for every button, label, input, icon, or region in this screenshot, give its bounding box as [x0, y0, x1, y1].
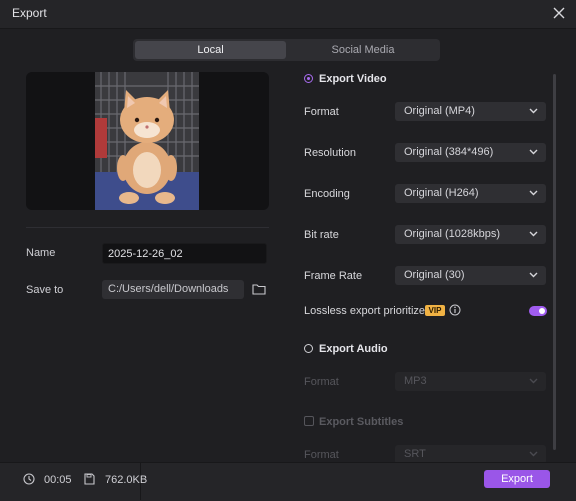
encoding-value: Original (H264) [404, 187, 479, 199]
chevron-down-icon [529, 231, 538, 237]
export-audio-radio[interactable] [304, 344, 313, 353]
export-subtitles-label[interactable]: Export Subtitles [319, 416, 403, 428]
save-icon [84, 473, 95, 485]
save-to-label: Save to [26, 284, 64, 296]
info-icon[interactable] [449, 304, 461, 316]
lossless-toggle[interactable] [529, 306, 547, 316]
duration-value: 00:05 [44, 474, 72, 486]
bit-rate-value: Original (1028kbps) [404, 228, 500, 240]
tab-local[interactable]: Local [135, 41, 286, 59]
bit-rate-label: Bit rate [304, 229, 339, 241]
clock-icon [23, 473, 35, 485]
format-value: Original (MP4) [404, 105, 475, 117]
save-path-field[interactable]: C:/Users/dell/Downloads [102, 280, 244, 299]
name-field[interactable] [102, 243, 267, 264]
resolution-value: Original (384*496) [404, 146, 494, 158]
export-tabs: Local Social Media [133, 39, 440, 61]
encoding-label: Encoding [304, 188, 350, 200]
tab-social-media[interactable]: Social Media [288, 41, 438, 59]
frame-rate-dropdown[interactable]: Original (30) [395, 266, 546, 285]
chevron-down-icon [529, 108, 538, 114]
settings-scrollbar[interactable] [553, 74, 556, 450]
preview-thumbnail [95, 72, 199, 210]
name-label: Name [26, 247, 56, 259]
chevron-down-icon [529, 451, 538, 457]
export-video-label[interactable]: Export Video [319, 73, 387, 85]
frame-rate-label: Frame Rate [304, 270, 363, 282]
vip-badge: VIP [425, 305, 445, 316]
chevron-down-icon [529, 272, 538, 278]
export-subtitles-checkbox[interactable] [304, 416, 314, 426]
export-audio-label[interactable]: Export Audio [319, 343, 388, 355]
export-button[interactable]: Export [484, 470, 550, 488]
folder-icon[interactable] [252, 283, 266, 295]
close-icon[interactable] [551, 5, 567, 21]
audio-format-value: MP3 [404, 375, 427, 387]
chevron-down-icon [529, 378, 538, 384]
divider [26, 227, 269, 228]
resolution-dropdown[interactable]: Original (384*496) [395, 143, 546, 162]
export-video-radio[interactable] [304, 74, 313, 83]
encoding-dropdown[interactable]: Original (H264) [395, 184, 546, 203]
format-label: Format [304, 106, 339, 118]
resolution-label: Resolution [304, 147, 356, 159]
file-size-value: 762.0KB [105, 474, 148, 486]
frame-rate-value: Original (30) [404, 269, 465, 281]
window-title: Export [12, 6, 47, 20]
chevron-down-icon [529, 149, 538, 155]
audio-format-label: Format [304, 376, 339, 388]
audio-format-dropdown: MP3 [395, 372, 546, 391]
chevron-down-icon [529, 190, 538, 196]
lossless-label: Lossless export prioritized [304, 305, 432, 317]
subtitle-format-value: SRT [404, 448, 426, 460]
subtitle-format-label: Format [304, 449, 339, 461]
bit-rate-dropdown[interactable]: Original (1028kbps) [395, 225, 546, 244]
title-bar [0, 0, 576, 29]
video-preview [26, 72, 269, 210]
format-dropdown[interactable]: Original (MP4) [395, 102, 546, 121]
